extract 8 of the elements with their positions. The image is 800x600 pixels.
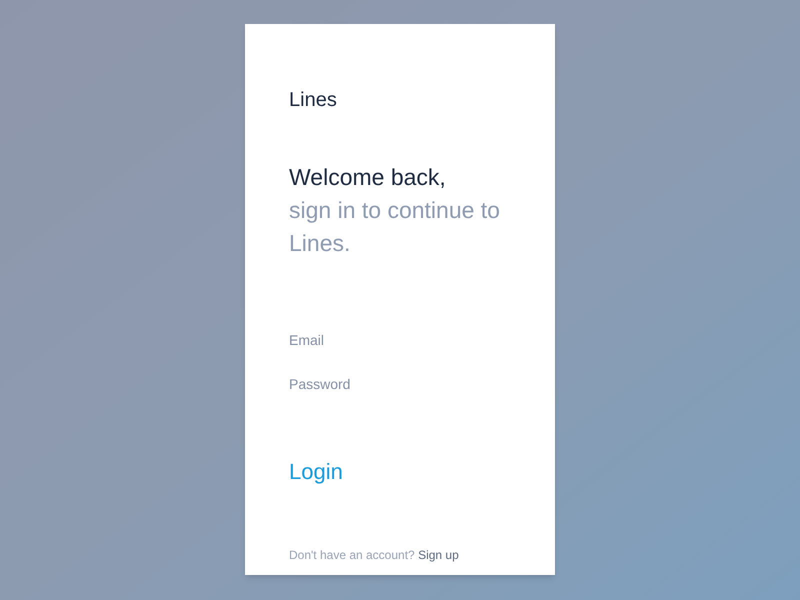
- input-field[interactable]: Password: [289, 370, 511, 398]
- app-title: Lines: [289, 88, 337, 112]
- input-field[interactable]: Email: [289, 326, 511, 354]
- signup-prompt: Don't have an account? Sign up: [289, 547, 459, 564]
- signup-link[interactable]: Sign up: [418, 548, 459, 562]
- welcome-subtitle: sign in to continue to Lines.: [289, 196, 501, 258]
- login-button[interactable]: Login: [289, 458, 343, 486]
- welcome-heading: Welcome back,: [289, 163, 446, 192]
